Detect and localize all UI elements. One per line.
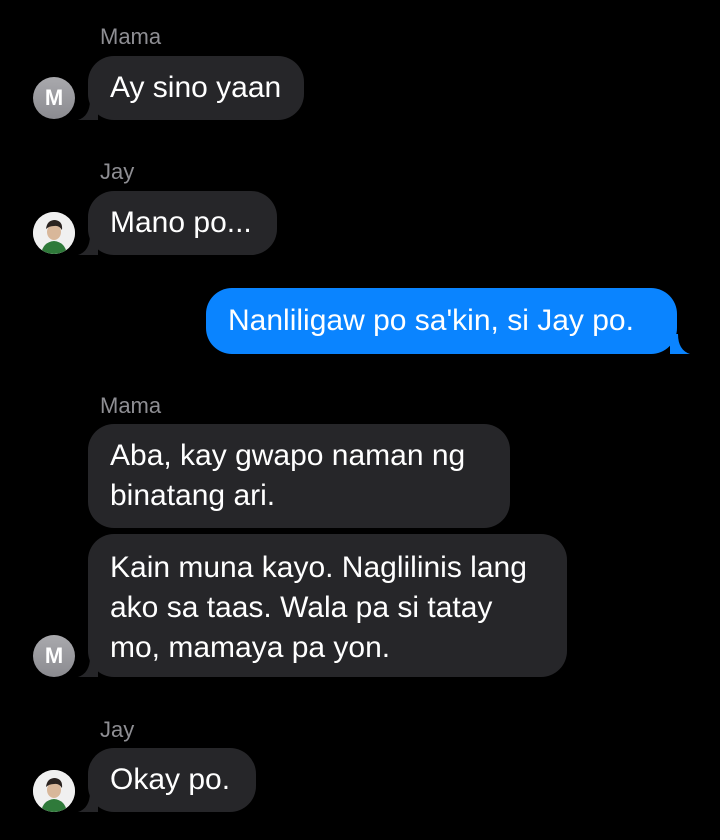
avatar-mama[interactable]: M (33, 77, 75, 119)
sender-name-jay: Jay (100, 159, 135, 184)
profile-photo-icon (33, 212, 75, 254)
avatar-mama[interactable]: M (33, 635, 75, 677)
sender-name-mama: Mama (100, 393, 162, 418)
avatar-jay[interactable] (33, 770, 75, 812)
message-bubble-incoming[interactable]: Okay po. (88, 748, 256, 812)
message-bubble-incoming[interactable]: Aba, kay gwapo naman ng binatang ari. (88, 424, 510, 528)
avatar-jay[interactable] (33, 212, 75, 254)
message-bubble-incoming[interactable]: Kain muna kayo. Naglilinis lang ako sa t… (88, 534, 567, 677)
message-bubble-outgoing[interactable]: Nanliligaw po sa'kin, si Jay po. (206, 288, 677, 354)
sender-name-mama: Mama (100, 24, 162, 49)
sender-name-jay: Jay (100, 717, 135, 742)
message-bubble-incoming[interactable]: Ay sino yaan (88, 56, 304, 120)
profile-photo-icon (33, 770, 75, 812)
message-bubble-incoming[interactable]: Mano po... (88, 191, 277, 255)
